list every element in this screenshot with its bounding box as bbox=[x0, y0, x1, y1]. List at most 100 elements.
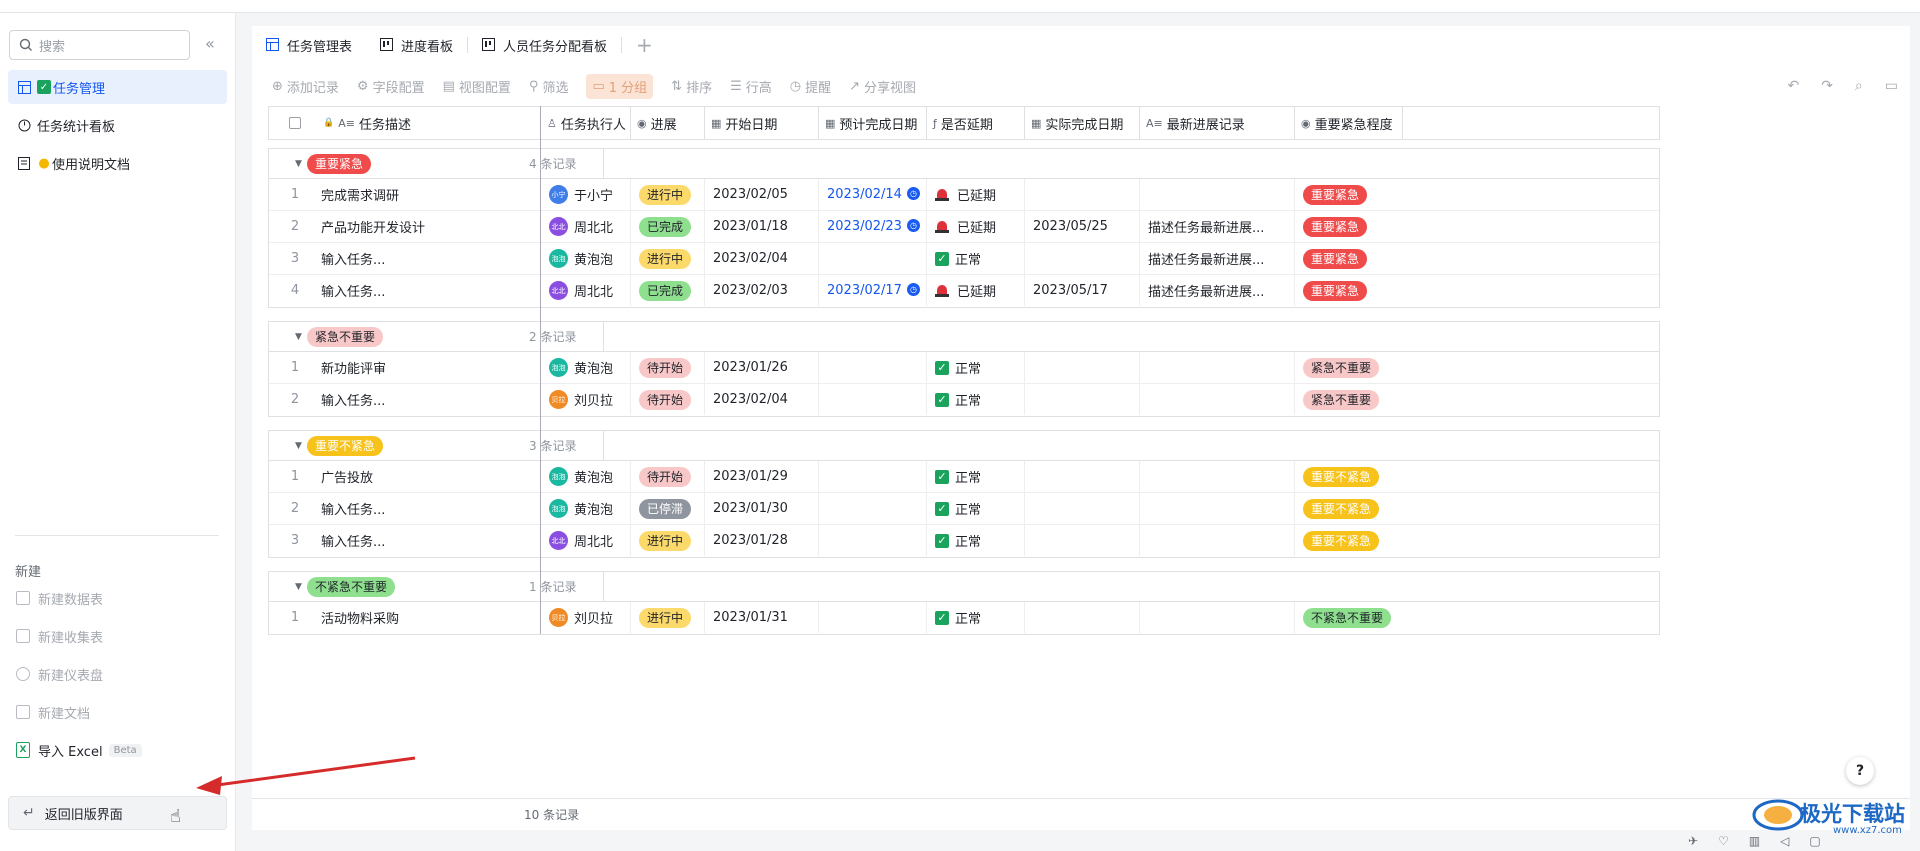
sidebar-item-usage-doc[interactable]: ● 使用说明文档 bbox=[8, 146, 227, 180]
due-date-cell[interactable]: 2023/02/17 ◷ bbox=[819, 275, 927, 306]
assignee-cell[interactable]: 泡泡 黄泡泡 bbox=[541, 352, 631, 383]
redo-icon[interactable]: ↷ bbox=[1821, 78, 1833, 94]
column-header[interactable]: ◉ 进展 bbox=[631, 107, 705, 139]
table-row[interactable]: 2 输入任务... 泡泡 黄泡泡 已停滞 2023/01/30 ✓ 正常 重要不紧急 bbox=[269, 493, 1659, 525]
status-cell[interactable]: 已停滞 bbox=[631, 493, 705, 524]
table-row[interactable]: 2 产品功能开发设计 北北 周北北 已完成 2023/01/18 2023/02/23 ◷ 已延… bbox=[269, 211, 1659, 243]
due-date-cell[interactable] bbox=[819, 525, 927, 556]
collapse-triangle-icon[interactable]: ▼ bbox=[295, 582, 307, 592]
column-header[interactable]: ƒ 是否延期 bbox=[927, 107, 1025, 139]
comment-icon[interactable]: ▭ bbox=[1885, 78, 1898, 94]
tab-person-assignment-kanban[interactable]: 人员任务分配看板 bbox=[468, 26, 621, 64]
latest-progress-cell[interactable]: 描述任务最新进展... bbox=[1140, 275, 1295, 306]
actual-done-date-cell[interactable] bbox=[1025, 179, 1140, 210]
tab-progress-kanban[interactable]: 进度看板 bbox=[366, 26, 467, 64]
remind-button[interactable]: ◷ 提醒 bbox=[790, 77, 831, 96]
tab-task-table[interactable]: 任务管理表 bbox=[252, 26, 367, 64]
column-header[interactable]: A≡ 最新进展记录 bbox=[1140, 107, 1295, 139]
filter-button[interactable]: ⚲ 筛选 bbox=[529, 77, 569, 96]
priority-cell[interactable]: 不紧急不重要 bbox=[1295, 602, 1403, 633]
table-row[interactable]: 3 输入任务... 北北 周北北 进行中 2023/01/28 ✓ 正常 重要不紧急 bbox=[269, 525, 1659, 557]
delay-cell[interactable]: ✓ 正常 bbox=[927, 525, 1025, 556]
task-desc-cell[interactable]: 2 输入任务... bbox=[269, 493, 541, 524]
assignee-cell[interactable]: 小宁 于小宁 bbox=[541, 179, 631, 210]
due-date-cell[interactable] bbox=[819, 352, 927, 383]
latest-progress-cell[interactable] bbox=[1140, 352, 1295, 383]
column-header[interactable]: ▦ 开始日期 bbox=[705, 107, 819, 139]
sidebar-item-task-stats[interactable]: 任务统计看板 bbox=[8, 108, 227, 142]
import-excel-item[interactable]: X 导入 Excel Beta bbox=[16, 735, 142, 765]
status-cell[interactable]: 已完成 bbox=[631, 211, 705, 242]
add-record-button[interactable]: ⊕ 添加记录 bbox=[272, 77, 339, 96]
priority-cell[interactable]: 紧急不重要 bbox=[1295, 352, 1403, 383]
sort-button[interactable]: ⇅ 排序 bbox=[671, 77, 712, 96]
sidebar-item-task-management[interactable]: ✓ 任务管理 bbox=[8, 70, 227, 104]
view-config-button[interactable]: ▤ 视图配置 bbox=[443, 77, 511, 96]
field-config-button[interactable]: ⚙ 字段配置 bbox=[357, 77, 425, 96]
task-desc-cell[interactable]: 2 产品功能开发设计 bbox=[269, 211, 541, 242]
latest-progress-cell[interactable] bbox=[1140, 493, 1295, 524]
start-date-cell[interactable]: 2023/02/04 bbox=[705, 384, 819, 415]
due-date-cell[interactable] bbox=[819, 461, 927, 492]
table-row[interactable]: 4 输入任务... 北北 周北北 已完成 2023/02/03 2023/02/17 ◷ 已延期… bbox=[269, 275, 1659, 307]
priority-cell[interactable]: 重要紧急 bbox=[1295, 243, 1403, 274]
assignee-cell[interactable]: 北北 周北北 bbox=[541, 275, 631, 306]
start-date-cell[interactable]: 2023/02/03 bbox=[705, 275, 819, 306]
table-row[interactable]: 1 完成需求调研 小宁 于小宁 进行中 2023/02/05 2023/02/14 ◷ 已延期重… bbox=[269, 179, 1659, 211]
collapse-triangle-icon[interactable]: ▼ bbox=[295, 332, 307, 342]
group-header[interactable]: ▼ 重要紧急 4 条记录 bbox=[269, 149, 1659, 179]
latest-progress-cell[interactable]: 描述任务最新进展... bbox=[1140, 211, 1295, 242]
status-cell[interactable]: 进行中 bbox=[631, 243, 705, 274]
new-datatable-item[interactable]: 新建数据表 bbox=[16, 583, 103, 613]
priority-cell[interactable]: 紧急不重要 bbox=[1295, 384, 1403, 415]
status-cell[interactable]: 待开始 bbox=[631, 461, 705, 492]
delay-cell[interactable]: ✓ 正常 bbox=[927, 384, 1025, 415]
task-desc-cell[interactable]: 1 活动物料采购 bbox=[269, 602, 541, 633]
select-all-checkbox[interactable] bbox=[289, 117, 301, 129]
assignee-cell[interactable]: 泡泡 黄泡泡 bbox=[541, 493, 631, 524]
task-desc-cell[interactable]: 3 输入任务... bbox=[269, 243, 541, 274]
new-doc-item[interactable]: 新建文档 bbox=[16, 697, 90, 727]
delay-cell[interactable]: ✓ 正常 bbox=[927, 461, 1025, 492]
due-date-cell[interactable] bbox=[819, 493, 927, 524]
status-cell[interactable]: 待开始 bbox=[631, 352, 705, 383]
actual-done-date-cell[interactable] bbox=[1025, 461, 1140, 492]
group-button[interactable]: ▭ 1 分组 bbox=[586, 73, 654, 99]
collapse-triangle-icon[interactable]: ▼ bbox=[295, 441, 307, 451]
row-height-button[interactable]: ☰ 行高 bbox=[730, 77, 772, 96]
actual-done-date-cell[interactable] bbox=[1025, 525, 1140, 556]
status-cell[interactable]: 已完成 bbox=[631, 275, 705, 306]
start-date-cell[interactable]: 2023/01/31 bbox=[705, 602, 819, 633]
search-input[interactable]: 搜索 bbox=[9, 30, 190, 60]
share-view-button[interactable]: ↗ 分享视图 bbox=[849, 77, 916, 96]
delay-cell[interactable]: ✓ 正常 bbox=[927, 602, 1025, 633]
priority-cell[interactable]: 重要不紧急 bbox=[1295, 461, 1403, 492]
table-row[interactable]: 1 新功能评审 泡泡 黄泡泡 待开始 2023/01/26 ✓ 正常 紧急不重要 bbox=[269, 352, 1659, 384]
collapse-sidebar-icon[interactable]: « bbox=[205, 36, 215, 52]
task-desc-cell[interactable]: 1 完成需求调研 bbox=[269, 179, 541, 210]
task-desc-cell[interactable]: 1 新功能评审 bbox=[269, 352, 541, 383]
priority-cell[interactable]: 重要不紧急 bbox=[1295, 525, 1403, 556]
column-header[interactable]: ▦ 预计完成日期 bbox=[819, 107, 927, 139]
delay-cell[interactable]: ✓ 正常 bbox=[927, 352, 1025, 383]
latest-progress-cell[interactable] bbox=[1140, 384, 1295, 415]
delay-cell[interactable]: 已延期 bbox=[927, 179, 1025, 210]
assignee-cell[interactable]: 泡泡 黄泡泡 bbox=[541, 461, 631, 492]
priority-cell[interactable]: 重要紧急 bbox=[1295, 275, 1403, 306]
table-row[interactable]: 1 活动物料采购 贝拉 刘贝拉 进行中 2023/01/31 ✓ 正常 不紧急不重要 bbox=[269, 602, 1659, 634]
search-records-icon[interactable]: ⌕ bbox=[1855, 78, 1863, 94]
task-desc-cell[interactable]: 1 广告投放 bbox=[269, 461, 541, 492]
new-form-item[interactable]: 新建收集表 bbox=[16, 621, 103, 651]
group-header[interactable]: ▼ 重要不紧急 3 条记录 bbox=[269, 431, 1659, 461]
latest-progress-cell[interactable] bbox=[1140, 179, 1295, 210]
due-date-cell[interactable] bbox=[819, 384, 927, 415]
priority-cell[interactable]: 重要紧急 bbox=[1295, 179, 1403, 210]
status-cell[interactable]: 待开始 bbox=[631, 384, 705, 415]
actual-done-date-cell[interactable]: 2023/05/25 bbox=[1025, 211, 1140, 242]
group-header[interactable]: ▼ 不紧急不重要 1 条记录 bbox=[269, 572, 1659, 602]
actual-done-date-cell[interactable]: 2023/05/17 bbox=[1025, 275, 1140, 306]
start-date-cell[interactable]: 2023/02/04 bbox=[705, 243, 819, 274]
actual-done-date-cell[interactable] bbox=[1025, 243, 1140, 274]
status-cell[interactable]: 进行中 bbox=[631, 179, 705, 210]
status-cell[interactable]: 进行中 bbox=[631, 525, 705, 556]
